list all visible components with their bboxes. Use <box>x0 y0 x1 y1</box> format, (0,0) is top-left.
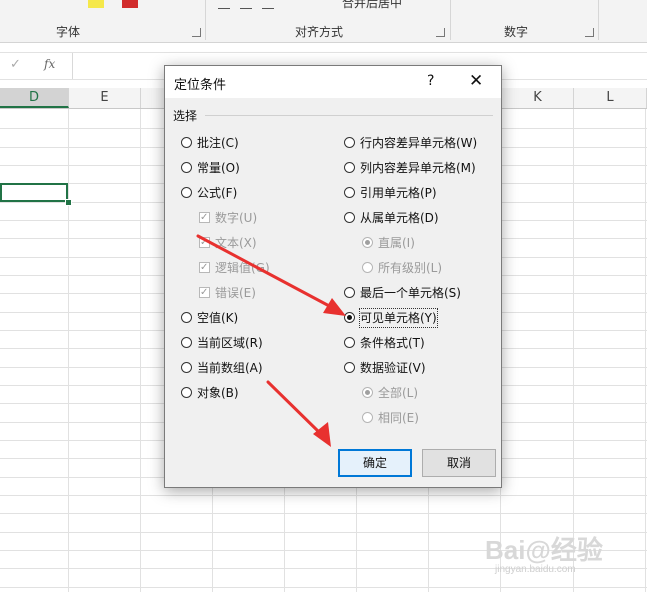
grid-column-line <box>645 109 646 592</box>
checkbox-icon[interactable] <box>199 234 210 252</box>
checkbox-icon[interactable] <box>199 209 210 227</box>
radio-selected-icon[interactable] <box>344 312 355 323</box>
ribbon-separator <box>598 0 599 40</box>
alignment-group-label: 对齐方式 <box>295 25 344 39</box>
ribbon-separator <box>450 0 451 40</box>
dialog-title: 定位条件 <box>174 78 227 93</box>
column-header-k[interactable]: K <box>502 88 574 108</box>
radio-icon[interactable] <box>344 137 355 148</box>
selected-cell[interactable] <box>0 183 68 202</box>
radio-icon[interactable] <box>181 387 192 398</box>
baidu-watermark: Bai@经验 jingyan.baidu.com <box>485 530 635 580</box>
group-divider <box>205 115 493 116</box>
ribbon: 合并后居中 字体 对齐方式 数字 <box>0 0 647 43</box>
align-left-icon[interactable] <box>218 0 230 9</box>
close-icon[interactable]: ✕ <box>469 71 483 91</box>
radio-icon[interactable] <box>344 337 355 348</box>
ribbon-separator <box>205 0 206 40</box>
radio-icon[interactable] <box>344 212 355 223</box>
radio-icon[interactable] <box>362 412 373 423</box>
ok-button[interactable]: 确定 <box>338 449 412 477</box>
radio-icon[interactable] <box>362 262 373 273</box>
check-icon[interactable]: ✓ <box>10 57 21 72</box>
radio-icon[interactable] <box>181 137 192 148</box>
grid-row-line <box>0 587 647 588</box>
column-header-l[interactable]: L <box>574 88 647 108</box>
grid-column-line <box>68 109 69 592</box>
grid-column-line <box>573 109 574 592</box>
radio-icon[interactable] <box>181 162 192 173</box>
radio-icon[interactable] <box>344 162 355 173</box>
radio-icon[interactable] <box>181 362 192 373</box>
radio-icon[interactable] <box>344 187 355 198</box>
grid-row-line <box>0 495 647 496</box>
radio-icon[interactable] <box>344 287 355 298</box>
radio-selected-icon[interactable] <box>362 237 373 248</box>
font-dialog-launcher-icon[interactable] <box>192 28 201 37</box>
help-icon[interactable]: ? <box>427 73 434 89</box>
radio-icon[interactable] <box>344 362 355 373</box>
align-right-icon[interactable] <box>262 0 274 9</box>
number-dialog-launcher-icon[interactable] <box>585 28 594 37</box>
column-header-e[interactable]: E <box>69 88 141 108</box>
text-color-icon[interactable] <box>122 0 138 8</box>
fill-handle[interactable] <box>65 199 72 206</box>
radio-icon[interactable] <box>181 312 192 323</box>
cancel-button[interactable]: 取消 <box>422 449 496 477</box>
go-to-special-dialog: 定位条件 ? ✕ 选择 批注(C) 常量(O) 公式(F) 数字(U) 文本(X… <box>164 65 502 488</box>
dialog-titlebar[interactable]: 定位条件 ? ✕ <box>165 66 501 98</box>
alignment-dialog-launcher-icon[interactable] <box>436 28 445 37</box>
watermark-url: jingyan.baidu.com <box>495 564 576 575</box>
selection-group-label: 选择 <box>173 109 198 123</box>
merge-center-button[interactable]: 合并后居中 <box>342 0 402 11</box>
fx-icon[interactable]: fx <box>44 57 55 71</box>
font-color-icon[interactable] <box>88 0 104 8</box>
column-header-d[interactable]: D <box>0 88 69 108</box>
radio-icon[interactable] <box>181 187 192 198</box>
watermark-logo: Bai@经验 <box>485 535 603 565</box>
radio-selected-icon[interactable] <box>362 387 373 398</box>
grid-column-line <box>140 109 141 592</box>
checkbox-icon[interactable] <box>199 259 210 277</box>
font-group-label: 字体 <box>56 25 81 39</box>
checkbox-icon[interactable] <box>199 284 210 302</box>
align-center-icon[interactable] <box>240 0 252 9</box>
number-group-label: 数字 <box>504 25 529 39</box>
grid-row-line <box>0 513 647 514</box>
radio-icon[interactable] <box>181 337 192 348</box>
